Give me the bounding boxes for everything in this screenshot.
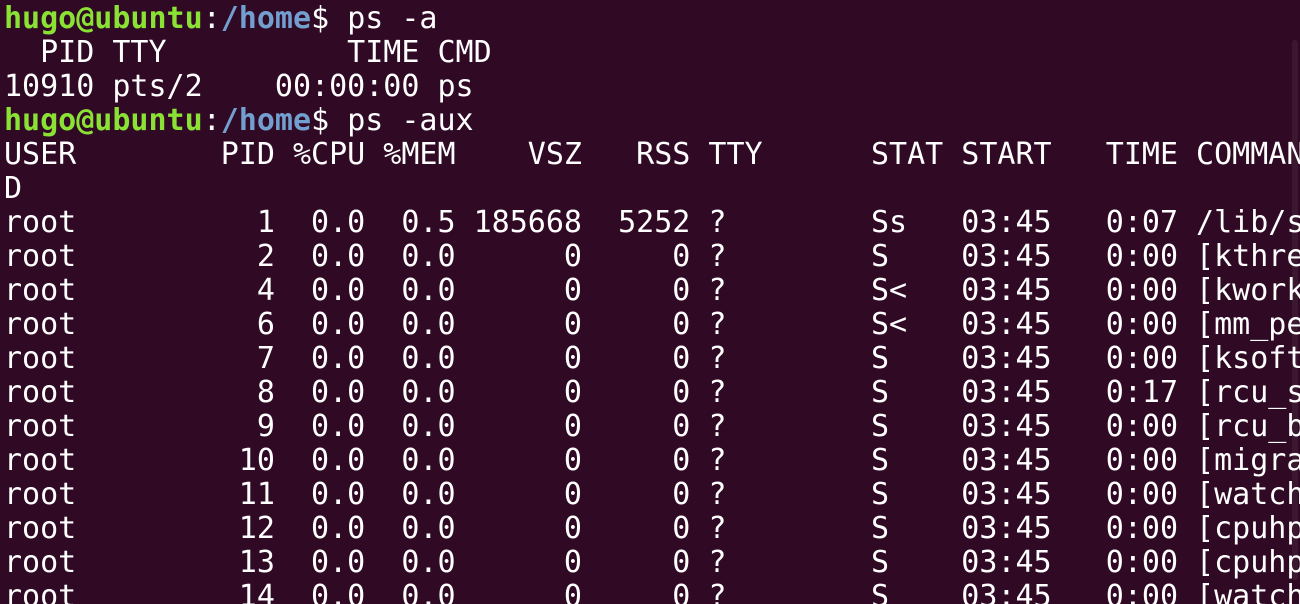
prompt-symbol: $ [311, 103, 348, 138]
prompt-path: /home [220, 1, 312, 36]
process-row: root 14 0.0 0.0 0 0 ? S 03:45 0:00 [watc… [4, 579, 1300, 604]
prompt-separator: : [202, 103, 221, 138]
prompt-line-2: hugo@ubuntu:/home$ ps -aux [4, 104, 474, 138]
terminal-scrollbar[interactable] [1292, 40, 1298, 580]
ps-aux-header-wrap: D [4, 171, 23, 206]
process-row: root 1 0.0 0.5 185668 5252 ? Ss 03:45 0:… [4, 205, 1300, 240]
ps-a-header: PID TTY TIME CMD [4, 35, 492, 70]
prompt-separator: : [202, 1, 221, 36]
prompt-path: /home [220, 103, 312, 138]
process-row: root 11 0.0 0.0 0 0 ? S 03:45 0:00 [watc… [4, 477, 1300, 512]
prompt-line-1: hugo@ubuntu:/home$ ps -a [4, 2, 438, 36]
process-row: root 13 0.0 0.0 0 0 ? S 03:45 0:00 [cpuh… [4, 545, 1300, 580]
process-row: root 4 0.0 0.0 0 0 ? S< 03:45 0:00 [kwor… [4, 273, 1300, 308]
ps-a-row: 10910 pts/2 00:00:00 ps [4, 69, 474, 104]
command-ps-a: ps -a [347, 1, 438, 36]
prompt-symbol: $ [311, 1, 348, 36]
process-row: root 9 0.0 0.0 0 0 ? S 03:45 0:00 [rcu_b [4, 409, 1300, 444]
prompt-user-host: hugo@ubuntu [4, 103, 203, 138]
prompt-user-host: hugo@ubuntu [4, 1, 203, 36]
process-row: root 8 0.0 0.0 0 0 ? S 03:45 0:17 [rcu_s [4, 375, 1300, 410]
terminal-window[interactable]: hugo@ubuntu:/home$ ps -a PID TTY TIME CM… [0, 0, 1300, 604]
process-row: root 7 0.0 0.0 0 0 ? S 03:45 0:00 [ksoft [4, 341, 1300, 376]
ps-aux-header: USER PID %CPU %MEM VSZ RSS TTY STAT STAR… [4, 137, 1300, 172]
process-row: root 10 0.0 0.0 0 0 ? S 03:45 0:00 [migr… [4, 443, 1300, 478]
process-row: root 6 0.0 0.0 0 0 ? S< 03:45 0:00 [mm_p… [4, 307, 1300, 342]
process-row: root 2 0.0 0.0 0 0 ? S 03:45 0:00 [kthre [4, 239, 1300, 274]
process-row: root 12 0.0 0.0 0 0 ? S 03:45 0:00 [cpuh… [4, 511, 1300, 546]
command-ps-aux: ps -aux [347, 103, 474, 138]
